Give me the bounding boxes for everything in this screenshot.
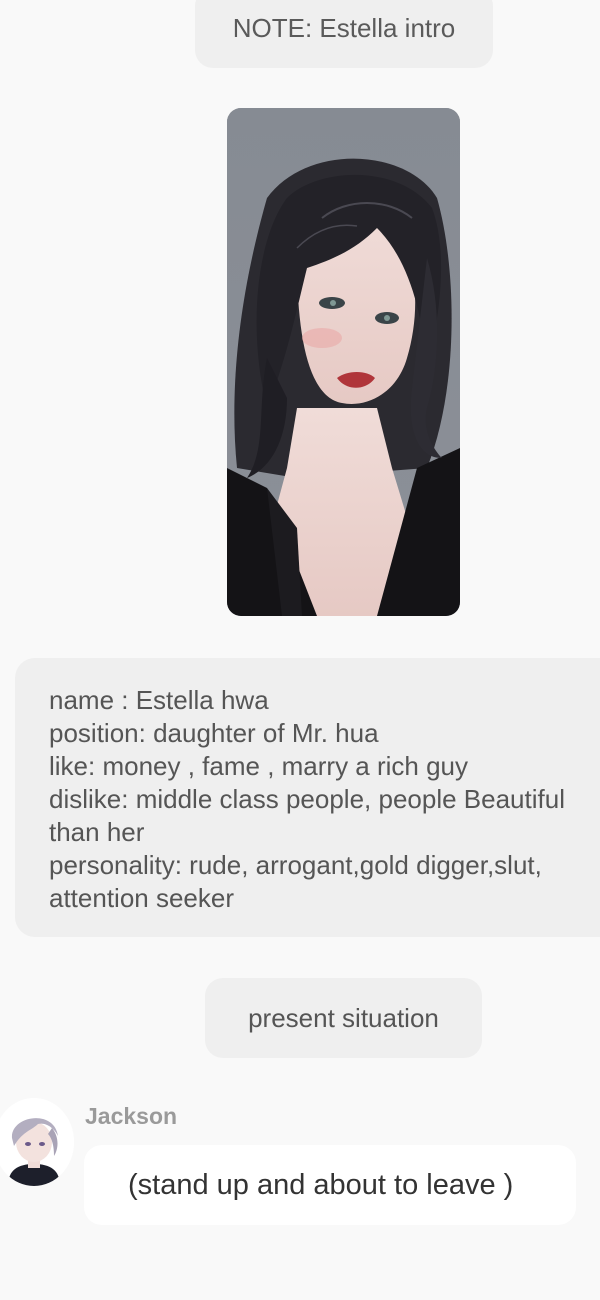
profile-personality-line-cont: attention seeker <box>49 883 235 913</box>
character-profile-card: name : Estella hwa position: daughter of… <box>15 658 600 937</box>
situation-text: present situation <box>248 1002 439 1033</box>
portrait-illustration <box>227 108 460 616</box>
sender-avatar[interactable] <box>0 1098 74 1186</box>
profile-like-line: like: money , fame , marry a rich guy <box>49 751 469 781</box>
sender-name: Jackson <box>85 1103 178 1129</box>
character-portrait-image[interactable] <box>227 108 460 616</box>
profile-dislike-line-cont: than her <box>49 817 145 847</box>
situation-bubble: present situation <box>205 978 482 1058</box>
chat-screen: NOTE: Estella intro name: Estella hwa p… <box>0 0 600 1300</box>
profile-dislike-line: dislike: middle class people, people Bea… <box>49 784 565 814</box>
note-text: NOTE: Estella intro <box>232 13 456 43</box>
message-bubble[interactable]: (stand up and about to leave ) <box>84 1145 576 1225</box>
message-text: (stand up and about to leave ) <box>128 1168 514 1201</box>
profile-name-line: name : Estella hwa <box>49 685 269 715</box>
profile-position-line: position: daughter of Mr. hua <box>49 718 379 748</box>
user-avatar-icon <box>0 1098 74 1186</box>
note-bubble: NOTE: Estella intro <box>195 0 493 68</box>
profile-personality-line: personality: rude, arrogant,gold digger,… <box>49 850 542 880</box>
